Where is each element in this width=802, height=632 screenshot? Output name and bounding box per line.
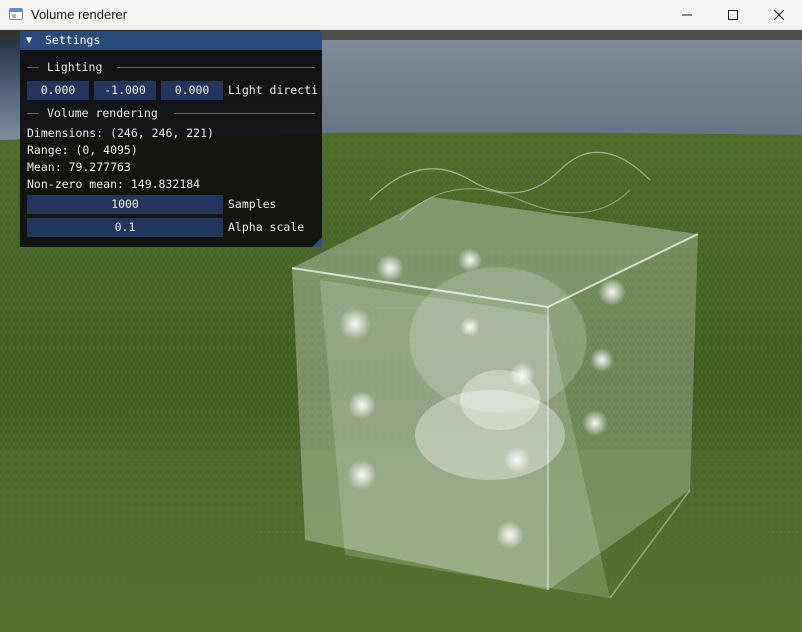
samples-slider[interactable]: 1000 [27,195,223,214]
volume-section-separator: Volume rendering [27,106,315,121]
app-window-icon [9,8,23,20]
maximize-icon [728,10,738,20]
lighting-section-label: Lighting [47,60,103,74]
panel-resize-grip[interactable] [312,237,322,247]
range-text: Range: (0, 4095) [27,143,138,157]
samples-label: Samples [228,197,277,211]
light-direction-x-input[interactable]: 0.000 [27,81,89,100]
nonzero-mean-text: Non-zero mean: 149.832184 [27,177,201,191]
light-direction-y-input[interactable]: -1.000 [94,81,156,100]
window-title: Volume renderer [31,7,128,22]
title-bar: Volume renderer [0,0,802,30]
minimize-button[interactable] [664,0,710,30]
panel-title: Settings [45,33,101,47]
dimensions-text: Dimensions: (246, 246, 221) [27,126,214,140]
alpha-scale-label: Alpha scale [228,220,305,234]
settings-panel-header[interactable]: ▼ Settings [20,31,322,50]
light-direction-label: Light directi [228,83,319,97]
settings-panel: ▼ Settings Lighting 0.000 -1.000 0.000 L… [20,31,322,247]
volume-section-label: Volume rendering [47,106,158,120]
lighting-section-separator: Lighting [27,60,315,75]
mean-text: Mean: 79.277763 [27,160,131,174]
maximize-button[interactable] [710,0,756,30]
render-viewport[interactable]: ▼ Settings Lighting 0.000 -1.000 0.000 L… [0,30,802,632]
close-button[interactable] [756,0,802,30]
alpha-scale-slider[interactable]: 0.1 [27,218,223,237]
close-icon [774,10,784,20]
collapse-triangle-icon[interactable]: ▼ [26,35,32,46]
light-direction-z-input[interactable]: 0.000 [161,81,223,100]
minimize-icon [682,14,692,16]
